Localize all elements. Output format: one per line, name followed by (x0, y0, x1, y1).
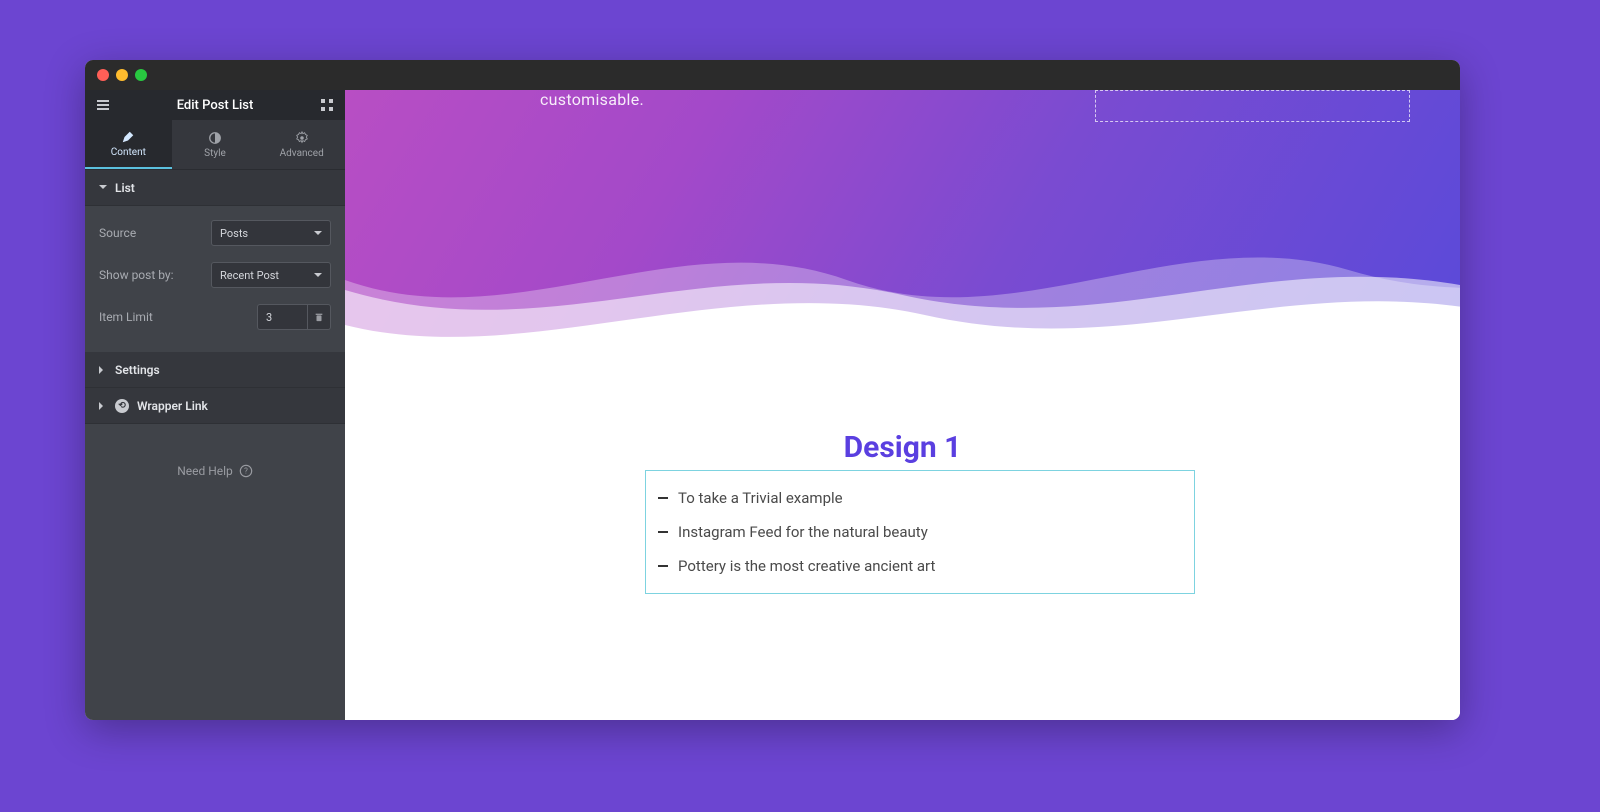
menu-icon[interactable] (95, 97, 111, 113)
tab-content-label: Content (111, 147, 146, 158)
window-maximize-button[interactable] (135, 69, 147, 81)
show-by-select[interactable]: Recent Post (211, 262, 331, 288)
tab-advanced[interactable]: Advanced (258, 120, 345, 169)
section-wrapper-header[interactable]: ⟲ Wrapper Link (85, 388, 345, 424)
post-list-widget[interactable]: To take a Trivial example Instagram Feed… (645, 470, 1195, 594)
editor-sidebar: Edit Post List Content Style Advanced (85, 90, 345, 720)
preview-canvas[interactable]: customisable. Design 1 To take a Trivial… (345, 90, 1460, 720)
post-list-item[interactable]: Instagram Feed for the natural beauty (658, 515, 1182, 549)
contrast-icon (208, 131, 222, 145)
svg-text:?: ? (244, 467, 248, 476)
chevron-down-icon (314, 273, 322, 281)
wave-layer-3 (345, 255, 1460, 375)
tab-style-label: Style (204, 148, 226, 159)
source-select[interactable]: Posts (211, 220, 331, 246)
link-icon: ⟲ (115, 399, 129, 413)
tab-style[interactable]: Style (172, 120, 259, 169)
app-body: Edit Post List Content Style Advanced (85, 90, 1460, 720)
tab-content[interactable]: Content (85, 120, 172, 169)
gear-icon (295, 131, 309, 145)
section-settings-header[interactable]: Settings (85, 352, 345, 388)
item-limit-label: Item Limit (99, 310, 153, 324)
help-label: Need Help (177, 464, 233, 478)
control-source: Source Posts (99, 220, 331, 246)
pencil-icon (121, 130, 135, 144)
design-title: Design 1 (345, 430, 1460, 465)
control-item-limit: Item Limit 3 (99, 304, 331, 330)
grid-icon[interactable] (319, 97, 335, 113)
source-value: Posts (220, 227, 248, 240)
chevron-right-icon (99, 366, 107, 374)
post-list-item[interactable]: To take a Trivial example (658, 481, 1182, 515)
source-label: Source (99, 226, 136, 240)
hero-text-fragment: customisable. (540, 90, 644, 109)
post-title: Pottery is the most creative ancient art (678, 557, 935, 575)
dash-icon (658, 565, 668, 567)
section-settings-title: Settings (115, 363, 160, 377)
sidebar-header: Edit Post List (85, 90, 345, 120)
section-list-body: Source Posts Show post by: Recent Post I… (85, 206, 345, 352)
hero-placeholder-box[interactable] (1095, 90, 1410, 122)
chevron-right-icon (99, 402, 107, 410)
window-titlebar (85, 60, 1460, 90)
show-by-label: Show post by: (99, 268, 174, 282)
section-wrapper-title: Wrapper Link (137, 399, 208, 413)
sidebar-title: Edit Post List (111, 98, 319, 113)
item-limit-group: 3 (257, 304, 331, 330)
window-minimize-button[interactable] (116, 69, 128, 81)
help-icon: ? (239, 464, 253, 478)
trash-icon (314, 312, 324, 322)
app-window: Edit Post List Content Style Advanced (85, 60, 1460, 720)
control-show-by: Show post by: Recent Post (99, 262, 331, 288)
tab-advanced-label: Advanced (280, 148, 324, 159)
item-limit-clear-button[interactable] (307, 304, 331, 330)
show-by-value: Recent Post (220, 269, 279, 282)
post-title: Instagram Feed for the natural beauty (678, 523, 928, 541)
section-list-title: List (115, 181, 135, 195)
chevron-down-icon (99, 185, 107, 193)
dash-icon (658, 497, 668, 499)
section-list-header[interactable]: List (85, 170, 345, 206)
item-limit-input[interactable]: 3 (257, 304, 307, 330)
post-title: To take a Trivial example (678, 489, 843, 507)
window-close-button[interactable] (97, 69, 109, 81)
chevron-down-icon (314, 231, 322, 239)
dash-icon (658, 531, 668, 533)
post-list-item[interactable]: Pottery is the most creative ancient art (658, 549, 1182, 583)
editor-tabs: Content Style Advanced (85, 120, 345, 170)
help-link[interactable]: Need Help ? (85, 464, 345, 478)
item-limit-value: 3 (266, 311, 272, 324)
